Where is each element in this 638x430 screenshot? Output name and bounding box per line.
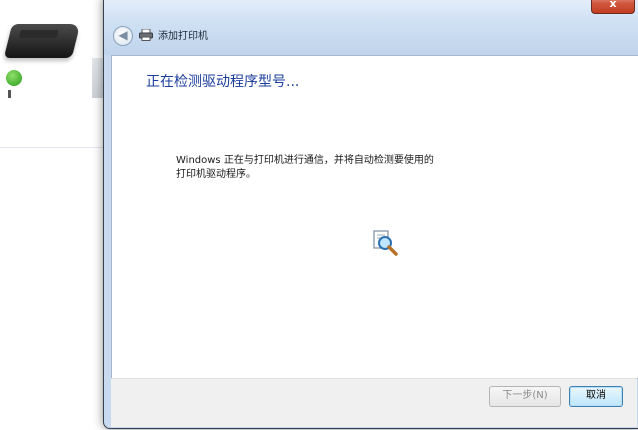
search-magnifier-icon — [373, 230, 398, 256]
next-button[interactable]: 下一步(N) — [489, 386, 561, 407]
dialog-footer: 下一步(N) 取消 — [111, 378, 637, 427]
add-printer-dialog: x ◀ 添加打印机 正在检测驱动程序型号... Windows 正在与打印机进行… — [103, 0, 638, 429]
dialog-title: 添加打印机 — [158, 31, 208, 42]
page-heading: 正在检测驱动程序型号... — [146, 74, 300, 90]
close-button[interactable]: x — [591, 0, 635, 14]
back-arrow-icon[interactable]: ◀ — [113, 26, 133, 46]
content-panel: 正在检测驱动程序型号... Windows 正在与打印机进行通信，并将自动检测要… — [111, 55, 638, 379]
description-line-2: 打印机驱动程序。 — [176, 169, 256, 180]
status-check-icon — [6, 70, 22, 86]
cancel-button[interactable]: 取消 — [569, 386, 623, 407]
printer-device-icon[interactable] — [3, 24, 81, 58]
device-caption — [8, 90, 11, 98]
description-line-1: Windows 正在与打印机进行通信，并将自动检测要使用的 — [176, 155, 434, 166]
description: Windows 正在与打印机进行通信，并将自动检测要使用的 打印机驱动程序。 — [176, 154, 434, 182]
divider — [0, 147, 104, 148]
printer-icon — [139, 29, 153, 41]
